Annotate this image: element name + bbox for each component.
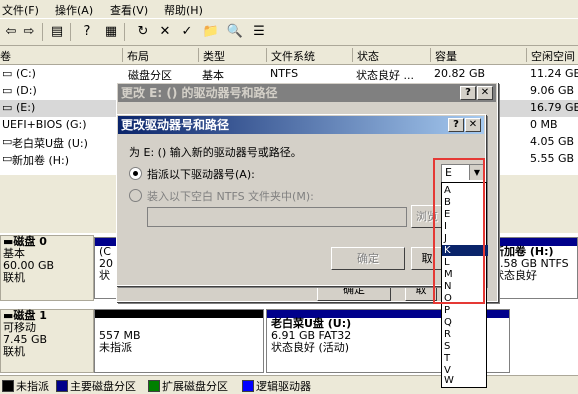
drive-icon: ▭ <box>2 135 13 148</box>
dialog-prompt: 为 E: () 输入新的驱动器号或路径。 <box>129 146 302 159</box>
disk-state: 联机 <box>3 345 25 358</box>
check-icon[interactable]: ✓ <box>178 23 196 41</box>
menu-help[interactable]: 帮助(H) <box>164 2 203 18</box>
col-status[interactable]: 状态 <box>352 48 379 63</box>
letter-option[interactable]: W <box>444 375 484 386</box>
view-icon[interactable]: ▦ <box>102 23 120 41</box>
highlight-annotation <box>433 158 485 304</box>
volume-status: 状态良好 ... <box>356 69 414 82</box>
menu-view[interactable]: 查看(V) <box>110 2 148 18</box>
disk0-label[interactable]: ▬磁盘 0 基本 60.00 GB 联机 <box>0 235 94 301</box>
legend: 未指派 主要磁盘分区 扩展磁盘分区 逻辑驱动器 <box>0 375 578 394</box>
volume-name: 老白菜U盘 (U:) <box>12 137 88 150</box>
volume-free: 5.55 GB <box>530 152 575 165</box>
volume-fs: NTFS <box>270 67 299 80</box>
menu-file[interactable]: 文件(F) <box>2 2 39 18</box>
back-icon[interactable]: ⇦ <box>2 23 20 41</box>
delete-icon[interactable]: ✕ <box>156 23 174 41</box>
col-capacity[interactable]: 容量 <box>430 48 457 63</box>
mount-folder-radio[interactable] <box>129 189 142 202</box>
toolbar: ⇦ ⇨ ▤ ? ▦ ↻ ✕ ✓ 📁 🔍 ☰ <box>0 18 578 46</box>
volume-name: (E:) <box>16 101 36 114</box>
volume-name: UEFI+BIOS (G:) <box>2 118 87 131</box>
col-volume[interactable]: 卷 <box>0 48 11 63</box>
properties-icon[interactable]: ▤ <box>48 23 66 41</box>
assign-letter-radio[interactable] <box>129 167 142 180</box>
volume-name: (C:) <box>16 67 36 80</box>
volume-list-header: 卷 布局 类型 文件系统 状态 容量 空闲空间 <box>0 46 578 65</box>
letter-option[interactable]: P <box>444 305 484 316</box>
disk-state: 联机 <box>3 271 25 284</box>
legend-label: 未指派 <box>16 380 49 393</box>
outer-dialog-titlebar[interactable]: 更改 E: () 的驱动器号和路径 ? ✕ <box>118 84 496 102</box>
volume-layout: 磁盘分区 <box>128 69 172 82</box>
dialog-titlebar[interactable]: 更改驱动器号和路径 ? ✕ <box>118 116 484 134</box>
letter-option[interactable]: Q <box>444 317 484 328</box>
list-icon[interactable]: ☰ <box>250 23 268 41</box>
help-button[interactable]: ? <box>460 86 476 100</box>
legend-label: 扩展磁盘分区 <box>162 380 228 393</box>
legend-swatch <box>2 380 14 392</box>
close-button[interactable]: ✕ <box>477 86 493 100</box>
folder-path-input[interactable] <box>147 207 407 227</box>
letter-option[interactable]: T <box>444 353 484 364</box>
drive-icon: ▭ <box>2 152 13 165</box>
menu-action[interactable]: 操作(A) <box>55 2 93 18</box>
volume-name: 新加卷 (H:) <box>12 154 70 167</box>
change-letter-dialog: 更改驱动器号和路径 ? ✕ 为 E: () 输入新的驱动器号或路径。 指派以下驱… <box>116 114 486 286</box>
drive-icon: ▭ <box>2 67 13 80</box>
partition-state: 未指派 <box>99 341 132 354</box>
legend-swatch <box>242 380 254 392</box>
help-button[interactable]: ? <box>448 118 464 132</box>
mount-folder-label: 装入以下空白 NTFS 文件夹中(M): <box>147 190 314 203</box>
volume-free: 4.05 GB <box>530 135 575 148</box>
legend-label: 逻辑驱动器 <box>256 380 311 393</box>
close-button[interactable]: ✕ <box>465 118 481 132</box>
partition-unallocated[interactable]: 557 MB 未指派 <box>94 309 264 373</box>
col-layout[interactable]: 布局 <box>122 48 149 63</box>
volume-free: 11.24 GB <box>530 67 578 80</box>
search-icon[interactable]: 🔍 <box>226 23 244 41</box>
help-icon[interactable]: ? <box>78 23 96 41</box>
legend-swatch <box>148 380 160 392</box>
col-fs[interactable]: 文件系统 <box>266 48 315 63</box>
letter-option[interactable]: R <box>444 329 484 340</box>
volume-free: 9.06 GB <box>530 84 575 97</box>
folder-icon[interactable]: 📁 <box>202 23 220 41</box>
legend-label: 主要磁盘分区 <box>70 380 136 393</box>
legend-swatch <box>56 380 68 392</box>
col-free[interactable]: 空闲空间 <box>526 48 575 63</box>
ok-button-disabled[interactable]: 确定 <box>331 247 405 270</box>
list-item[interactable]: ▭ (C:) 磁盘分区 基本 NTFS 状态良好 ... 20.82 GB 11… <box>0 66 578 83</box>
drive-icon: ▭ <box>2 84 13 97</box>
volume-type: 基本 <box>202 69 224 82</box>
drive-icon: ▭ <box>2 101 13 114</box>
assign-letter-label: 指派以下驱动器号(A): <box>147 168 255 181</box>
volume-free: 0 MB <box>530 118 558 131</box>
volume-free: 16.79 GB <box>530 101 578 114</box>
letter-option[interactable]: S <box>444 341 484 352</box>
refresh-icon[interactable]: ↻ <box>134 23 152 41</box>
col-type[interactable]: 类型 <box>198 48 225 63</box>
menu-bar: 文件(F) 操作(A) 查看(V) 帮助(H) <box>0 0 578 18</box>
volume-capacity: 20.82 GB <box>434 67 486 80</box>
disk1-label[interactable]: ▬磁盘 1 可移动 7.45 GB 联机 <box>0 309 94 373</box>
volume-name: (D:) <box>16 84 37 97</box>
dialog-title: 更改驱动器号和路径 <box>121 118 230 132</box>
partition-state: 状态良好 <box>493 269 537 282</box>
partition-h[interactable]: 新加卷 (H:) 5.58 GB NTFS 状态良好 <box>488 237 578 299</box>
outer-dialog-title: 更改 E: () 的驱动器号和路径 <box>121 86 278 100</box>
forward-icon[interactable]: ⇨ <box>20 23 38 41</box>
